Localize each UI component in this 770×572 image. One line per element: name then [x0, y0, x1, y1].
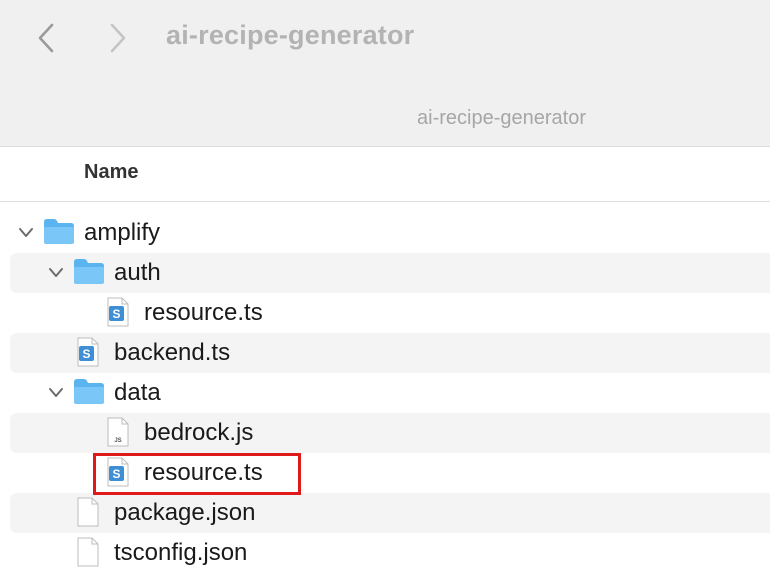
list-item-label: bedrock.js [144, 419, 254, 446]
list-item-tsconfig-json[interactable]: tsconfig.json [0, 533, 770, 572]
path-label: ai-recipe-generator [417, 107, 586, 129]
svg-text:S: S [112, 307, 120, 321]
folder-icon [74, 259, 104, 284]
highlight-box [93, 453, 301, 495]
column-header-name[interactable]: Name [84, 161, 138, 184]
list-item-data[interactable]: data [0, 373, 770, 413]
svg-text:S: S [82, 347, 90, 361]
list-item-label: resource.ts [144, 299, 263, 326]
javascript-file-icon: JS [107, 417, 129, 447]
column-header: Name [0, 147, 770, 202]
file-list: amplify auth S resource.ts S backend.ts … [0, 213, 770, 572]
back-button[interactable] [26, 18, 66, 58]
list-item-label: auth [114, 259, 161, 286]
blank-file-icon [77, 497, 99, 527]
list-item-backend-ts[interactable]: S backend.ts [0, 333, 770, 373]
list-item-label: amplify [84, 219, 161, 246]
folder-icon [44, 219, 74, 244]
typescript-file-icon: S [77, 337, 99, 367]
list-item-label: tsconfig.json [114, 539, 248, 566]
list-item-label: package.json [114, 499, 256, 526]
list-item-label: backend.ts [114, 339, 231, 366]
finder-window: ai-recipe-generator ai-recipe-generator … [0, 0, 770, 572]
list-item-package-json[interactable]: package.json [0, 493, 770, 533]
chevron-down-icon[interactable] [47, 385, 65, 401]
js-badge: JS [114, 438, 121, 444]
blank-file-icon [77, 537, 99, 567]
chevron-right-icon [110, 23, 126, 53]
chevron-down-icon[interactable] [47, 265, 65, 281]
chevron-down-icon[interactable] [17, 225, 35, 241]
folder-icon [74, 379, 104, 404]
typescript-file-icon: S [107, 297, 129, 327]
chevron-left-icon [38, 23, 54, 53]
list-item-resource-ts[interactable]: S resource.ts [0, 293, 770, 333]
list-item-label: data [114, 379, 161, 406]
list-item-bedrock-js[interactable]: JS bedrock.js [0, 413, 770, 453]
toolbar: ai-recipe-generator ai-recipe-generator [0, 0, 770, 147]
list-item-amplify[interactable]: amplify [0, 213, 770, 253]
forward-button[interactable] [98, 18, 138, 58]
window-title: ai-recipe-generator [166, 20, 415, 50]
list-item-auth[interactable]: auth [0, 253, 770, 293]
